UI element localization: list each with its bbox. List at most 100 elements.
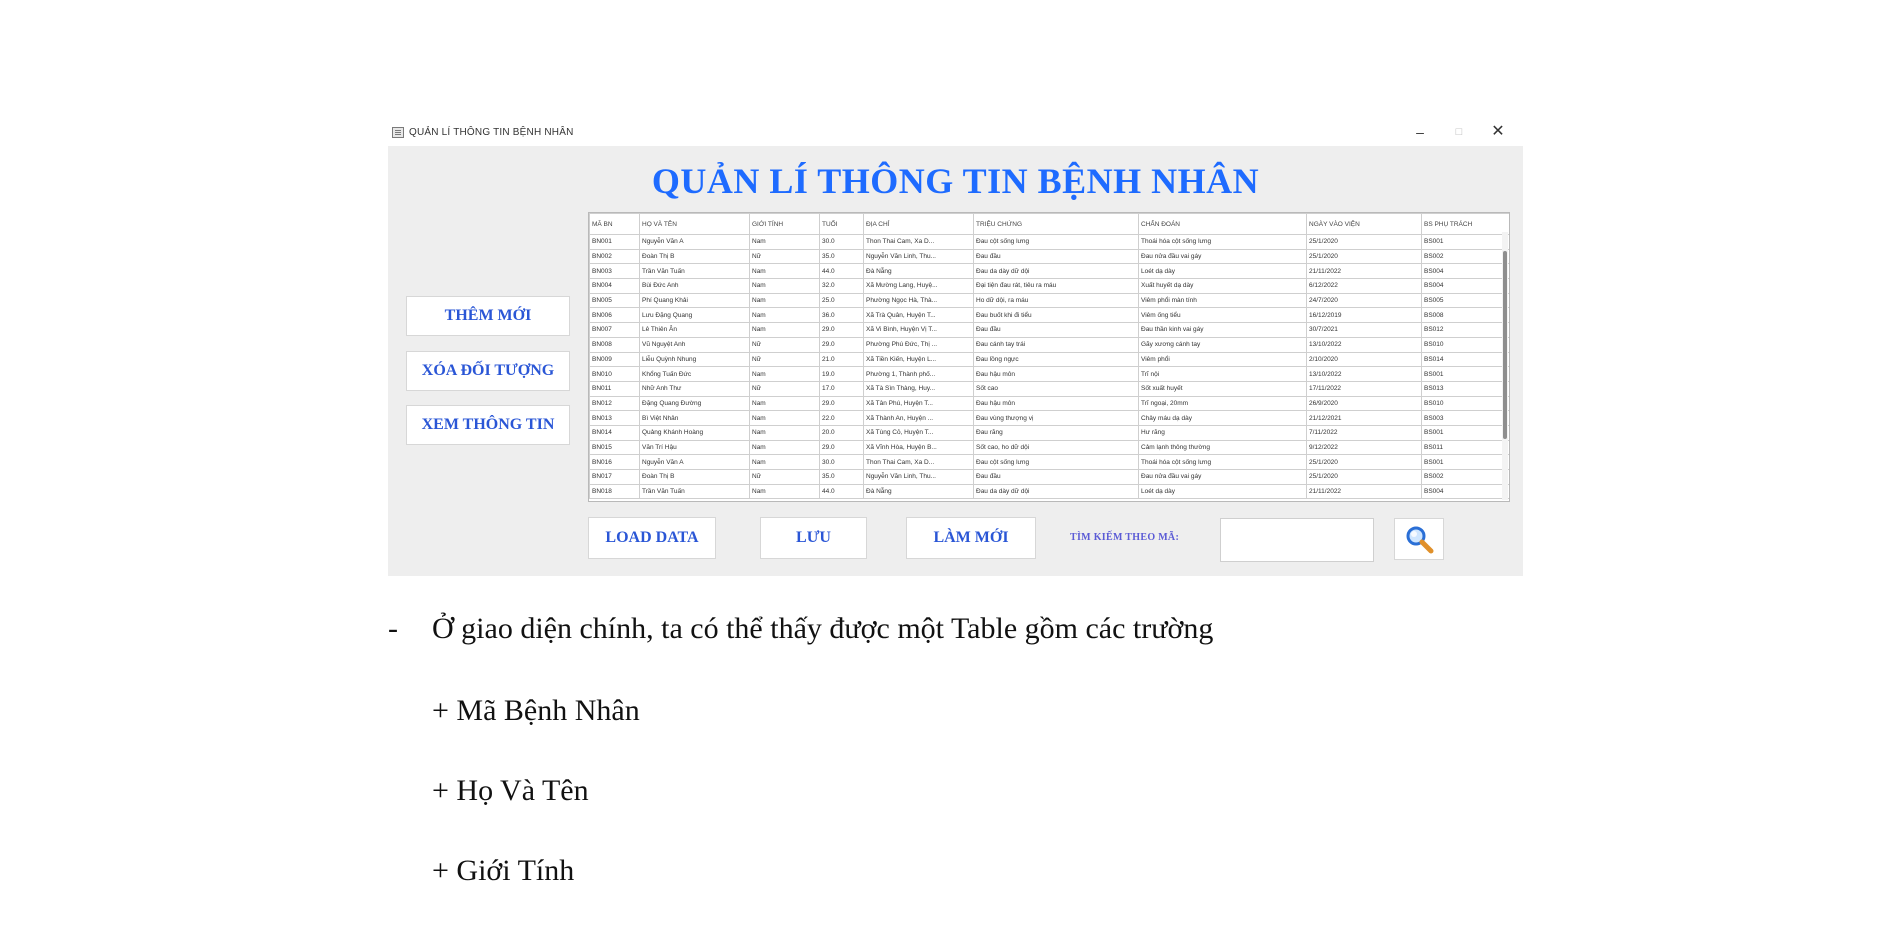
list-item: + Mã Bệnh Nhân: [432, 694, 640, 727]
column-header[interactable]: NGÀY VÀO VIỆN: [1306, 213, 1422, 235]
column-header[interactable]: HỌ VÀ TÊN: [639, 213, 750, 235]
table-cell: Trĩ ngoại, 20mm: [1138, 395, 1307, 412]
close-button[interactable]: ✕: [1481, 121, 1515, 143]
table-cell: BS004: [1421, 263, 1509, 280]
table-cell: Đau thần kinh vai gáy: [1138, 322, 1307, 338]
delete-button[interactable]: XÓA ĐỐI TƯỢNG: [406, 351, 570, 391]
table-cell: Nam: [749, 322, 820, 338]
table-scrollbar[interactable]: [1502, 232, 1508, 500]
table-row[interactable]: BN016 Nguyễn Văn A Nam 30.0 Thon Thai Cam, X…: [589, 454, 1509, 470]
search-input[interactable]: [1220, 518, 1374, 562]
table-cell: Đau nửa đầu vai gáy: [1138, 248, 1307, 265]
table-cell: BN004: [589, 278, 640, 294]
table-cell: Đau cánh tay trái: [973, 336, 1139, 353]
table-cell: 25/1/2020: [1306, 469, 1422, 485]
table-cell: Xã Mường Lang, Huyệ...: [863, 278, 974, 294]
column-header[interactable]: CHẨN ĐOÁN: [1138, 213, 1307, 235]
column-header[interactable]: MÃ BN: [589, 213, 640, 235]
table-row[interactable]: BN005 Phí Quang Khải Nam 25.0 Phường Ngọc Hà…: [589, 292, 1509, 309]
table-row[interactable]: BN008 Vũ Nguyệt Anh Nữ 29.0 Phường Phú Đức, …: [589, 336, 1509, 353]
table-cell: Khổng Tuấn Đức: [639, 366, 750, 382]
table-cell: Nam: [749, 234, 820, 250]
table-cell: Nguyễn Văn A: [639, 234, 750, 250]
table-cell: 30.0: [819, 234, 864, 250]
table-cell: Nhữ Anh Thư: [639, 380, 750, 397]
table-cell: Nam: [749, 454, 820, 470]
table-cell: BS005: [1421, 292, 1509, 309]
table-row[interactable]: BN012 Đặng Quang Đường Nam 29.0 Xã Tân Phú, …: [589, 395, 1509, 412]
table-cell: BN016: [589, 454, 640, 470]
column-header[interactable]: GIỚI TÍNH: [749, 213, 820, 235]
table-cell: Trần Văn Tuấn: [639, 263, 750, 280]
table-cell: Đặng Quang Đường: [639, 395, 750, 412]
table-cell: Sốt cao, ho dữ dội: [973, 439, 1139, 456]
table-cell: Thon Thai Cam, Xa D...: [863, 454, 974, 470]
save-button[interactable]: LƯU: [760, 517, 867, 559]
table-cell: Loét dạ dày: [1138, 483, 1307, 500]
table-row[interactable]: BN014 Quảng Khánh Hoàng Nam 20.0 Xã Tùng Cỏ,…: [589, 424, 1509, 441]
table-cell: Ho dữ dội, ra máu: [973, 292, 1139, 309]
table-cell: 6/12/2022: [1306, 278, 1422, 294]
table-cell: Nữ: [749, 248, 820, 265]
table-row[interactable]: BN010 Khổng Tuấn Đức Nam 19.0 Phường 1, Thàn…: [589, 366, 1509, 382]
table-cell: 36.0: [819, 307, 864, 324]
table-cell: Nam: [749, 410, 820, 426]
table-row[interactable]: BN018 Trần Văn Tuấn Nam 44.0 Đà Nẵng Đau da d…: [589, 483, 1509, 500]
table-cell: 26/9/2020: [1306, 395, 1422, 412]
column-header[interactable]: BS PHỤ TRÁCH: [1421, 213, 1509, 235]
table-cell: 16/12/2019: [1306, 307, 1422, 324]
table-cell: Đà Nẵng: [863, 263, 974, 280]
table-cell: 7/11/2022: [1306, 424, 1422, 441]
patient-table[interactable]: MÃ BN HỌ VÀ TÊN GIỚI TÍNH TUỔI ĐỊA CHỈ TRIỆU …: [588, 212, 1510, 502]
table-row[interactable]: BN001 Nguyễn Văn A Nam 30.0 Thon Thai Cam, X…: [589, 234, 1509, 250]
column-header[interactable]: TUỔI: [819, 213, 864, 235]
app-window: QUẢN LÍ THÔNG TIN BỆNH NHÂN – □ ✕ QUẢN L…: [388, 118, 1523, 576]
table-row[interactable]: BN013 Bì Việt Nhân Nam 22.0 Xã Thành An, Huy…: [589, 410, 1509, 426]
table-cell: Thoái hóa cột sống lưng: [1138, 454, 1307, 470]
load-data-button[interactable]: LOAD DATA: [588, 517, 716, 559]
table-cell: 44.0: [819, 263, 864, 280]
table-cell: Xã Trà Quân, Huyện T...: [863, 307, 974, 324]
column-header[interactable]: TRIỆU CHỨNG: [973, 213, 1139, 235]
table-row[interactable]: BN003 Trần Văn Tuấn Nam 44.0 Đà Nẵng Đau da d…: [589, 263, 1509, 280]
table-cell: 21/12/2021: [1306, 410, 1422, 426]
table-cell: Viêm ống tiểu: [1138, 307, 1307, 324]
table-cell: Quảng Khánh Hoàng: [639, 424, 750, 441]
table-cell: BN005: [589, 292, 640, 309]
table-cell: Xã Tùng Cỏ, Huyện T...: [863, 424, 974, 441]
refresh-button[interactable]: LÀM MỚI: [906, 517, 1036, 559]
table-cell: Chảy máu dạ dày: [1138, 410, 1307, 426]
table-row[interactable]: BN011 Nhữ Anh Thư Nữ 17.0 Xã Tà Sìn Thàng, H…: [589, 380, 1509, 397]
table-row[interactable]: BN002 Đoàn Thị B Nữ 35.0 Nguyễn Văn Linh, Th…: [589, 248, 1509, 265]
table-cell: 19.0: [819, 366, 864, 382]
table-cell: BS001: [1421, 424, 1509, 441]
table-cell: Phường Ngọc Hà, Thà...: [863, 292, 974, 309]
table-row[interactable]: BN007 Lê Thiên Ân Nam 29.0 Xã Vi Bình, Huyện…: [589, 322, 1509, 338]
table-cell: 30/7/2021: [1306, 322, 1422, 338]
table-row[interactable]: BN006 Lưu Đặng Quang Nam 36.0 Xã Trà Quân, H…: [589, 307, 1509, 324]
table-cell: 17/11/2022: [1306, 380, 1422, 397]
table-cell: BS010: [1421, 395, 1509, 412]
table-row[interactable]: BN004 Bùi Đức Anh Nam 32.0 Xã Mường Lang, Hu…: [589, 278, 1509, 294]
table-row[interactable]: BN017 Đoàn Thị B Nữ 35.0 Nguyễn Văn Linh, Th…: [589, 469, 1509, 485]
table-cell: Nguyễn Văn Linh, Thu...: [863, 248, 974, 265]
table-cell: BS014: [1421, 351, 1509, 368]
table-cell: Nam: [749, 424, 820, 441]
column-header[interactable]: ĐỊA CHỈ: [863, 213, 974, 235]
table-cell: 21/11/2022: [1306, 263, 1422, 280]
search-button[interactable]: [1394, 518, 1444, 560]
table-cell: BN013: [589, 410, 640, 426]
add-new-button[interactable]: THÊM MỚI: [406, 296, 570, 336]
table-row[interactable]: BN015 Văn Trí Hậu Nam 29.0 Xã Vĩnh Hòa, Huyệ…: [589, 439, 1509, 456]
maximize-button[interactable]: □: [1442, 121, 1476, 143]
table-cell: Đoàn Thị B: [639, 248, 750, 265]
view-info-button[interactable]: XEM THÔNG TIN: [406, 405, 570, 445]
table-row[interactable]: BN009 Liễu Quỳnh Nhung Nữ 21.0 Xã Tiền Kiến,…: [589, 351, 1509, 368]
table-cell: 25/1/2020: [1306, 248, 1422, 265]
table-cell: BS001: [1421, 366, 1509, 382]
table-cell: BN006: [589, 307, 640, 324]
minimize-button[interactable]: –: [1403, 121, 1437, 143]
table-cell: Liễu Quỳnh Nhung: [639, 351, 750, 368]
scrollbar-thumb[interactable]: [1503, 251, 1507, 439]
table-cell: BS004: [1421, 483, 1509, 500]
